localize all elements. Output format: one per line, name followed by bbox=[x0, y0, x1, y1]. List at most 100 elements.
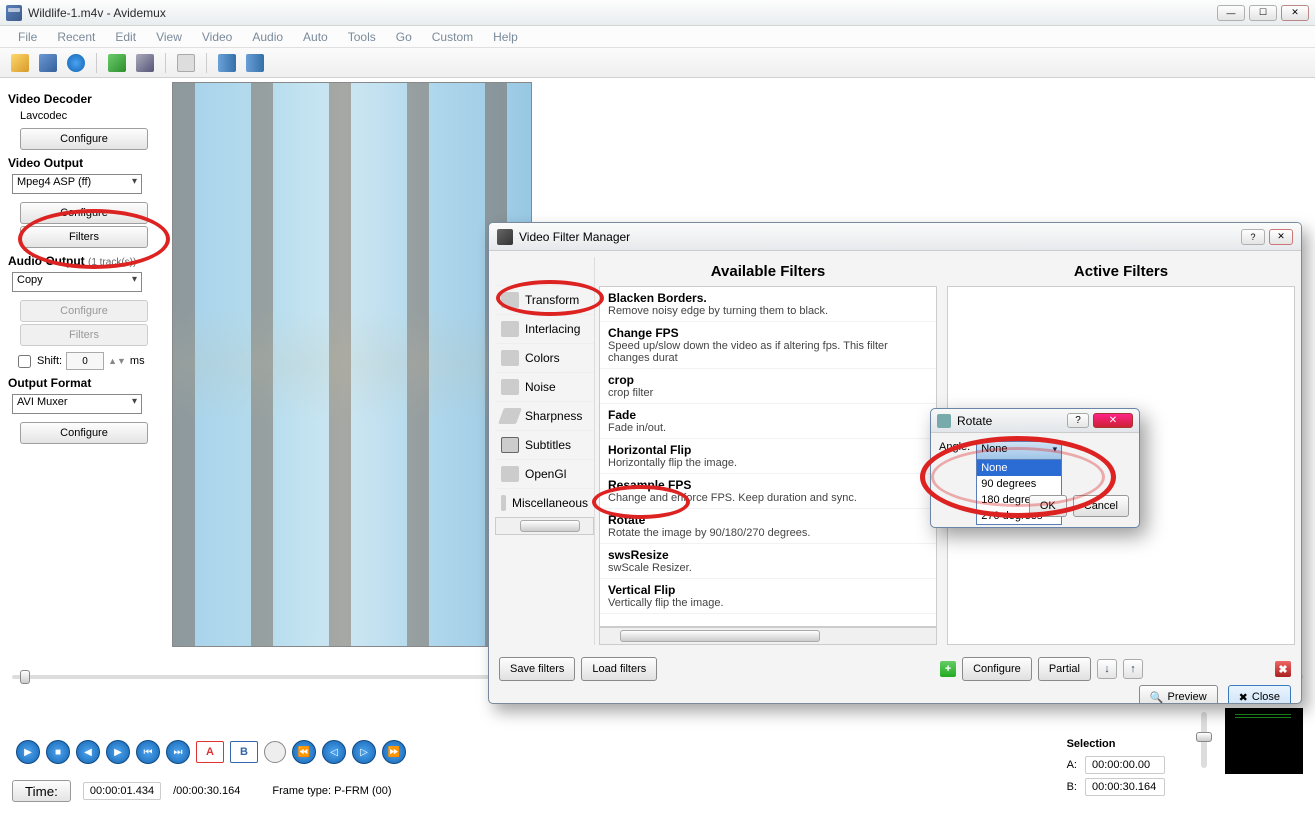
angle-option-90[interactable]: 90 degrees bbox=[977, 476, 1061, 492]
category-transform[interactable]: Transform bbox=[495, 285, 594, 314]
menu-audio[interactable]: Audio bbox=[242, 27, 293, 47]
video-output-configure-button[interactable]: Configure bbox=[20, 202, 148, 224]
rotate-help-button[interactable]: ? bbox=[1067, 413, 1089, 428]
menu-file[interactable]: File bbox=[8, 27, 47, 47]
video-output-filters-button[interactable]: Filters bbox=[20, 226, 148, 248]
open-button[interactable] bbox=[8, 51, 32, 75]
shift-checkbox[interactable] bbox=[18, 355, 31, 368]
menu-video[interactable]: Video bbox=[192, 27, 242, 47]
misc-icon bbox=[501, 495, 506, 511]
menu-custom[interactable]: Custom bbox=[422, 27, 483, 47]
filter-name[interactable]: Horizontal Flip bbox=[608, 443, 928, 457]
filter-name[interactable]: crop bbox=[608, 373, 928, 387]
play-button[interactable]: ▶ bbox=[16, 740, 40, 764]
time-button[interactable]: Time: bbox=[12, 780, 71, 802]
add-filter-button[interactable]: + bbox=[940, 661, 956, 677]
goto-marker-b-button[interactable]: ▷ bbox=[352, 740, 376, 764]
move-up-button[interactable]: ↑ bbox=[1123, 659, 1143, 679]
next-frame-button[interactable]: ▶ bbox=[106, 740, 130, 764]
menu-edit[interactable]: Edit bbox=[105, 27, 146, 47]
category-interlacing[interactable]: Interlacing bbox=[495, 314, 594, 343]
goto-marker-a-button[interactable]: ◁ bbox=[322, 740, 346, 764]
category-miscellaneous[interactable]: Miscellaneous bbox=[495, 488, 594, 517]
output-format-title: Output Format bbox=[8, 376, 162, 390]
volume-thumb[interactable] bbox=[1196, 732, 1212, 742]
save-filters-button[interactable]: Save filters bbox=[499, 657, 575, 681]
partial-button[interactable]: Partial bbox=[1038, 657, 1091, 681]
prev-keyframe-button[interactable]: ⏮ bbox=[136, 740, 160, 764]
category-opengl[interactable]: OpenGl bbox=[495, 459, 594, 488]
minimize-button[interactable]: — bbox=[1217, 5, 1245, 21]
video-decoder-configure-button[interactable]: Configure bbox=[20, 128, 148, 150]
save-button[interactable] bbox=[36, 51, 60, 75]
angle-option-none[interactable]: None bbox=[977, 460, 1061, 476]
menu-recent[interactable]: Recent bbox=[47, 27, 105, 47]
volume-slider[interactable] bbox=[1201, 712, 1207, 768]
prev-frame-button[interactable]: ◀ bbox=[76, 740, 100, 764]
filter-name[interactable]: Change FPS bbox=[608, 326, 928, 340]
category-noise[interactable]: Noise bbox=[495, 372, 594, 401]
selection-b-label: B: bbox=[1067, 781, 1077, 793]
rotate-cancel-button[interactable]: Cancel bbox=[1073, 495, 1129, 517]
audio-output-select[interactable]: Copy bbox=[12, 272, 142, 292]
goto-end-button[interactable]: ⏩ bbox=[382, 740, 406, 764]
calculator-button[interactable] bbox=[174, 51, 198, 75]
window-buttons: — ☐ ✕ bbox=[1217, 5, 1309, 21]
shift-value-input[interactable] bbox=[66, 352, 104, 370]
duration-label: /00:00:30.164 bbox=[173, 785, 240, 797]
rotate-close-button[interactable]: ✕ bbox=[1093, 413, 1133, 428]
filter-list[interactable]: Blacken Borders.Remove noisy edge by tur… bbox=[599, 286, 937, 627]
info-button[interactable] bbox=[64, 51, 88, 75]
output-format-configure-button[interactable]: Configure bbox=[20, 422, 148, 444]
filter-name[interactable]: Rotate bbox=[608, 513, 928, 527]
category-label: Subtitles bbox=[525, 438, 571, 452]
menu-tools[interactable]: Tools bbox=[338, 27, 386, 47]
filter-desc: Change and enforce FPS. Keep duration an… bbox=[608, 492, 928, 504]
dialog-icon bbox=[497, 229, 513, 245]
category-label: Sharpness bbox=[525, 409, 582, 423]
filter-name[interactable]: Resample FPS bbox=[608, 478, 928, 492]
close-button[interactable]: ✕ bbox=[1281, 5, 1309, 21]
category-scrollbar[interactable] bbox=[495, 517, 594, 535]
output-format-select[interactable]: AVI Muxer bbox=[12, 394, 142, 414]
video-output-select[interactable]: Mpeg4 ASP (ff) bbox=[12, 174, 142, 194]
menu-view[interactable]: View bbox=[146, 27, 192, 47]
remove-filter-button[interactable]: ✖ bbox=[1275, 661, 1291, 677]
set-marker-a-button[interactable]: A bbox=[196, 741, 224, 763]
filter-name[interactable]: Vertical Flip bbox=[608, 583, 928, 597]
configure-filter-button[interactable]: Configure bbox=[962, 657, 1032, 681]
filter-list-scrollbar[interactable] bbox=[599, 627, 937, 645]
category-colors[interactable]: Colors bbox=[495, 343, 594, 372]
playout-button[interactable] bbox=[215, 51, 239, 75]
filter-name[interactable]: swsResize bbox=[608, 548, 928, 562]
filter-name[interactable]: Fade bbox=[608, 408, 928, 422]
angle-selected[interactable]: None bbox=[977, 442, 1061, 460]
next-keyframe-button[interactable]: ⏭ bbox=[166, 740, 190, 764]
dialog-close-button[interactable]: ✕ bbox=[1269, 229, 1293, 245]
timeline-thumb[interactable] bbox=[20, 670, 30, 684]
preview-button[interactable]: 🔍Preview bbox=[1139, 685, 1218, 704]
rotate-ok-button[interactable]: OK bbox=[1029, 495, 1067, 517]
close-dialog-button[interactable]: ✖Close bbox=[1228, 685, 1291, 704]
stop-button[interactable]: ■ bbox=[46, 740, 70, 764]
menu-help[interactable]: Help bbox=[483, 27, 528, 47]
set-marker-b-button[interactable]: B bbox=[230, 741, 258, 763]
category-label: Noise bbox=[525, 380, 556, 394]
filter-category-list: Transform Interlacing Colors Noise Sharp… bbox=[495, 257, 595, 645]
delete-selection-button[interactable] bbox=[264, 741, 286, 763]
category-subtitles[interactable]: Subtitles bbox=[495, 430, 594, 459]
image-button[interactable] bbox=[105, 51, 129, 75]
goto-start-button[interactable]: ⏪ bbox=[292, 740, 316, 764]
transport-controls: ▶ ■ ◀ ▶ ⏮ ⏭ A B ⏪ ◁ ▷ ⏩ bbox=[16, 740, 406, 764]
audio-output-title: Audio Output (1 track(s)) bbox=[8, 254, 162, 268]
menu-go[interactable]: Go bbox=[386, 27, 422, 47]
dialog-help-button[interactable]: ? bbox=[1241, 229, 1265, 245]
load-filters-button[interactable]: Load filters bbox=[581, 657, 657, 681]
move-down-button[interactable]: ↓ bbox=[1097, 659, 1117, 679]
maximize-button[interactable]: ☐ bbox=[1249, 5, 1277, 21]
menu-auto[interactable]: Auto bbox=[293, 27, 338, 47]
category-sharpness[interactable]: Sharpness bbox=[495, 401, 594, 430]
disk-button[interactable] bbox=[133, 51, 157, 75]
filter-name[interactable]: Blacken Borders. bbox=[608, 291, 928, 305]
arrowout-button[interactable] bbox=[243, 51, 267, 75]
